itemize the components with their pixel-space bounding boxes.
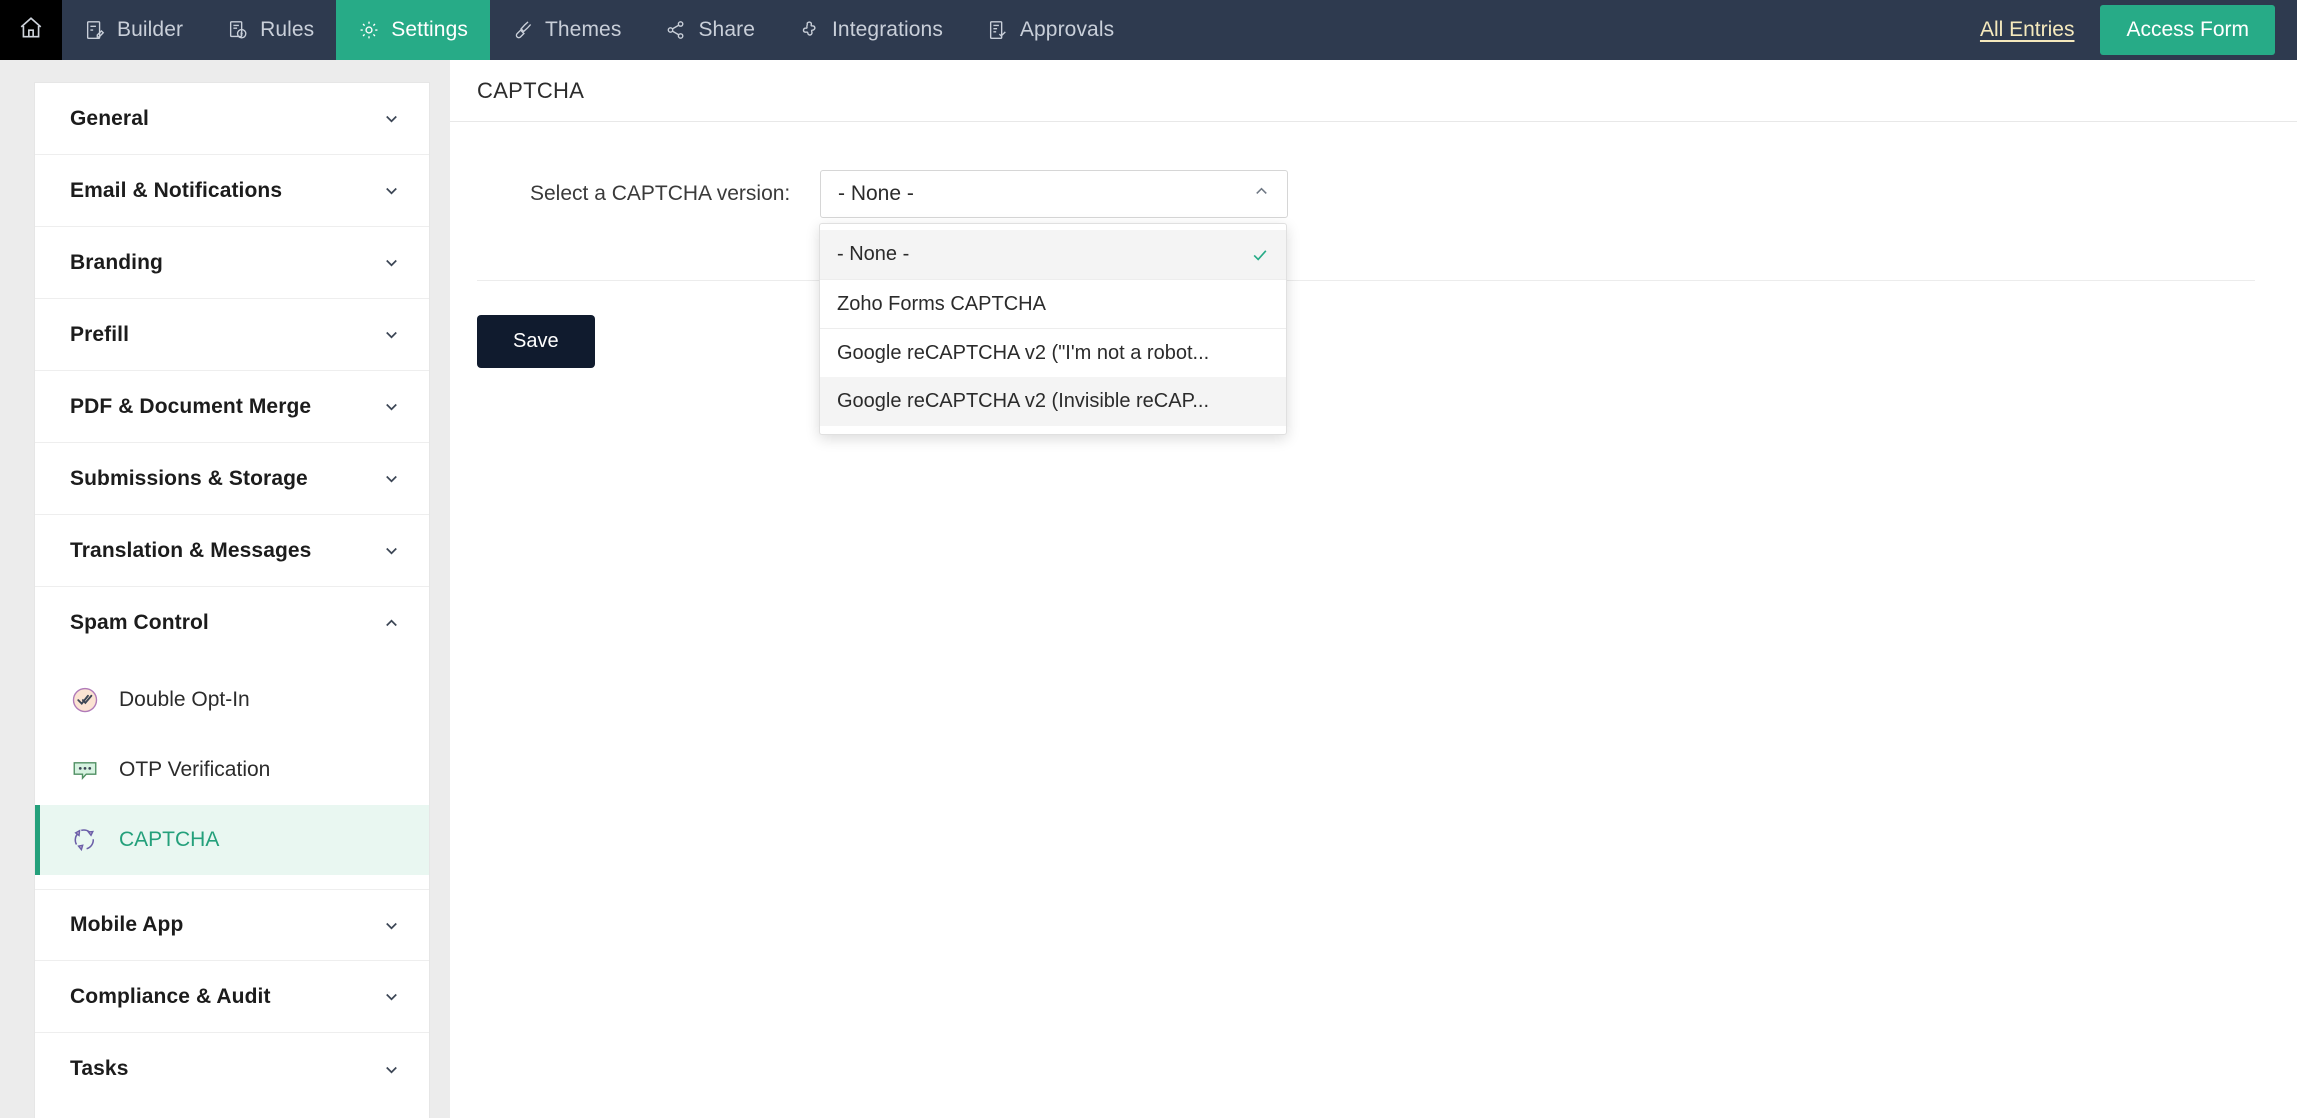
all-entries-link[interactable]: All Entries	[1980, 18, 2075, 42]
sidebar-section-label: Translation & Messages	[70, 538, 312, 562]
dropdown-option-label: Zoho Forms CAPTCHA	[837, 292, 1046, 315]
sidebar-section-label: Compliance & Audit	[70, 984, 271, 1008]
top-navigation-bar: Builder Rules Settings Themes Share Inte…	[0, 0, 2297, 60]
sidebar-section-label: General	[70, 106, 149, 130]
chevron-down-icon	[382, 469, 401, 488]
sidebar-section-label: Mobile App	[70, 913, 184, 936]
sidebar-section-branding[interactable]: Branding	[35, 227, 429, 299]
tab-share[interactable]: Share	[643, 0, 777, 60]
panel-divider	[477, 280, 2255, 281]
nav-items: Builder Rules Settings Themes Share Inte…	[62, 0, 1136, 60]
chevron-down-icon	[382, 987, 401, 1006]
dropdown-option-recaptcha-v2-invisible[interactable]: Google reCAPTCHA v2 (Invisible reCAP...	[820, 377, 1286, 426]
tab-builder[interactable]: Builder	[62, 0, 205, 60]
sidebar-item-label: OTP Verification	[119, 758, 271, 781]
sidebar-section-label: Branding	[70, 250, 163, 274]
dropdown-option-recaptcha-v2-checkbox[interactable]: Google reCAPTCHA v2 ("I'm not a robot...	[820, 328, 1286, 377]
captcha-version-dropdown-menu: - None - Zoho Forms CAPTCHA Google reCAP…	[819, 223, 1287, 435]
captcha-version-field-row: Select a CAPTCHA version: - None - - Non…	[450, 170, 2297, 435]
home-icon	[18, 15, 44, 46]
content-header: CAPTCHA	[450, 60, 2297, 122]
tab-share-label: Share	[698, 18, 755, 41]
sidebar-section-submissions-storage[interactable]: Submissions & Storage	[35, 443, 429, 515]
sidebar-section-pdf-document-merge[interactable]: PDF & Document Merge	[35, 371, 429, 443]
check-icon	[1250, 245, 1270, 265]
sidebar-section-label: Prefill	[70, 322, 130, 346]
captcha-version-select[interactable]: - None -	[820, 170, 1288, 218]
captcha-settings-panel: Select a CAPTCHA version: - None - - Non…	[450, 122, 2297, 435]
rules-icon	[227, 19, 249, 41]
gear-icon	[358, 19, 380, 41]
chevron-down-icon	[382, 1060, 401, 1079]
save-button[interactable]: Save	[477, 315, 595, 368]
captcha-version-selected-value: - None -	[838, 182, 914, 205]
sidebar-section-label: Email & Notifications	[70, 178, 283, 202]
sidebar-section-label: Tasks	[70, 1057, 129, 1080]
tab-approvals-label: Approvals	[1019, 18, 1115, 41]
chevron-up-icon	[1252, 182, 1271, 206]
chevron-down-icon	[382, 397, 401, 416]
sidebar-item-double-opt-in[interactable]: Double Opt-In	[35, 665, 429, 735]
main-content: CAPTCHA Select a CAPTCHA version: - None…	[450, 60, 2297, 1118]
tab-rules[interactable]: Rules	[205, 0, 336, 60]
double-check-circle-icon	[70, 685, 100, 715]
dropdown-option-zoho-forms-captcha[interactable]: Zoho Forms CAPTCHA	[820, 279, 1286, 328]
captcha-version-select-wrap: - None - - None - Zoho Forms CAPTCHA Goo…	[819, 170, 1288, 435]
dropdown-option-label: - None -	[837, 243, 910, 265]
sidebar-section-compliance-audit[interactable]: Compliance & Audit	[35, 961, 429, 1033]
share-icon	[665, 19, 687, 41]
captcha-version-label: Select a CAPTCHA version:	[530, 182, 791, 205]
sidebar-section-prefill[interactable]: Prefill	[35, 299, 429, 371]
sidebar-panel: General Email & Notifications Branding P…	[34, 82, 430, 1118]
builder-icon	[84, 19, 106, 41]
sidebar-section-label: Submissions & Storage	[70, 466, 308, 490]
spam-control-submenu: Double Opt-In OTP Verification CAPTCHA	[35, 659, 429, 889]
access-form-button[interactable]: Access Form	[2100, 5, 2275, 55]
sidebar-section-label: PDF & Document Merge	[70, 394, 312, 418]
dropdown-option-label: Google reCAPTCHA v2 (Invisible reCAP...	[837, 390, 1210, 412]
chevron-up-icon	[382, 614, 401, 633]
tab-themes[interactable]: Themes	[490, 0, 643, 60]
dropdown-option-none[interactable]: - None -	[820, 230, 1286, 279]
home-button[interactable]	[0, 0, 62, 60]
chevron-down-icon	[382, 109, 401, 128]
captcha-icon	[70, 825, 100, 855]
sidebar-section-label: Spam Control	[70, 611, 209, 634]
tab-rules-label: Rules	[260, 18, 315, 41]
sidebar-section-tasks[interactable]: Tasks	[35, 1033, 429, 1105]
chevron-down-icon	[382, 541, 401, 560]
sidebar-section-email-notifications[interactable]: Email & Notifications	[35, 155, 429, 227]
tab-themes-label: Themes	[544, 18, 622, 41]
dropdown-option-label: Google reCAPTCHA v2 ("I'm not a robot...	[837, 341, 1210, 364]
settings-sidebar: General Email & Notifications Branding P…	[0, 60, 450, 1118]
tab-settings-label: Settings	[391, 18, 468, 41]
nav-right-actions: All Entries Access Form	[1980, 0, 2297, 60]
sidebar-section-translation-messages[interactable]: Translation & Messages	[35, 515, 429, 587]
page-title: CAPTCHA	[477, 77, 585, 103]
chevron-down-icon	[382, 916, 401, 935]
tab-integrations[interactable]: Integrations	[777, 0, 965, 60]
tab-settings[interactable]: Settings	[336, 0, 490, 60]
chevron-down-icon	[382, 325, 401, 344]
sidebar-item-label: Double Opt-In	[119, 688, 250, 711]
tab-approvals[interactable]: Approvals	[965, 0, 1136, 60]
sidebar-item-label: CAPTCHA	[119, 828, 220, 851]
chevron-down-icon	[382, 253, 401, 272]
sidebar-item-captcha[interactable]: CAPTCHA	[35, 805, 429, 875]
sidebar-section-spam-control[interactable]: Spam Control	[35, 587, 429, 659]
chevron-down-icon	[382, 181, 401, 200]
sidebar-section-mobile-app[interactable]: Mobile App	[35, 889, 429, 961]
otp-chat-icon	[70, 755, 100, 785]
tab-integrations-label: Integrations	[831, 18, 943, 41]
puzzle-icon	[799, 19, 821, 41]
sidebar-item-otp-verification[interactable]: OTP Verification	[35, 735, 429, 805]
tab-builder-label: Builder	[117, 18, 184, 41]
sidebar-section-general[interactable]: General	[35, 83, 429, 155]
brush-icon	[512, 19, 534, 41]
approvals-icon	[987, 19, 1009, 41]
